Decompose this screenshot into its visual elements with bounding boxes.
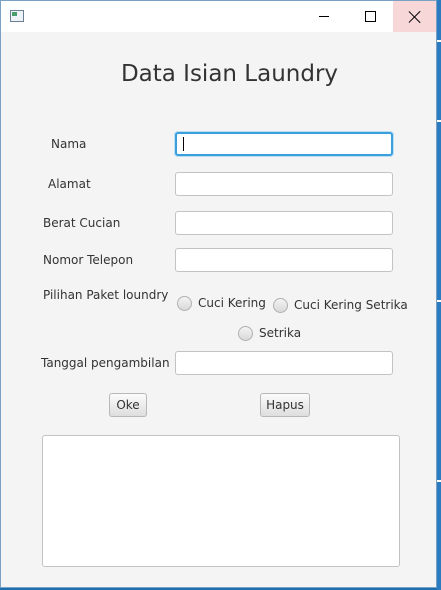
desktop-background — [437, 0, 441, 590]
label-tanggal: Tanggal pengambilan — [41, 356, 170, 370]
hapus-button[interactable]: Hapus — [260, 393, 310, 417]
close-button[interactable] — [393, 1, 436, 32]
desktop-mark — [437, 40, 441, 42]
close-icon — [409, 11, 421, 23]
app-icon — [10, 10, 24, 22]
label-telepon: Nomor Telepon — [43, 253, 134, 267]
form-heading: Data Isian Laundry — [120, 61, 339, 87]
radio-label-cuci-kering[interactable]: Cuci Kering — [198, 296, 266, 310]
tanggal-input[interactable] — [175, 351, 393, 375]
telepon-input[interactable] — [175, 248, 393, 272]
nama-input[interactable] — [175, 132, 393, 156]
title-bar[interactable] — [1, 1, 436, 32]
text-caret — [183, 137, 184, 151]
label-alamat: Alamat — [48, 177, 91, 191]
laundry-window: Data Isian Laundry Nama Alamat Berat Cuc… — [0, 0, 437, 588]
radio-setrika[interactable] — [238, 326, 253, 341]
label-paket: Pilihan Paket loundry — [43, 288, 169, 302]
radio-label-cuci-kering-setrika[interactable]: Cuci Kering Setrika — [294, 298, 408, 312]
label-nama: Nama — [51, 137, 87, 151]
minimize-button[interactable] — [301, 1, 347, 32]
radio-label-setrika[interactable]: Setrika — [259, 326, 301, 340]
maximize-icon — [364, 11, 376, 22]
desktop-mark — [437, 480, 441, 482]
output-textarea[interactable] — [42, 435, 400, 567]
label-berat: Berat Cucian — [43, 216, 121, 230]
desktop-mark — [437, 120, 441, 122]
minimize-icon — [319, 16, 329, 17]
berat-input[interactable] — [175, 211, 393, 235]
radio-cuci-kering-setrika[interactable] — [273, 298, 288, 313]
maximize-button[interactable] — [347, 1, 393, 32]
radio-cuci-kering[interactable] — [177, 296, 192, 311]
desktop-mark — [437, 300, 441, 302]
alamat-input[interactable] — [175, 172, 393, 196]
oke-button[interactable]: Oke — [109, 393, 147, 417]
